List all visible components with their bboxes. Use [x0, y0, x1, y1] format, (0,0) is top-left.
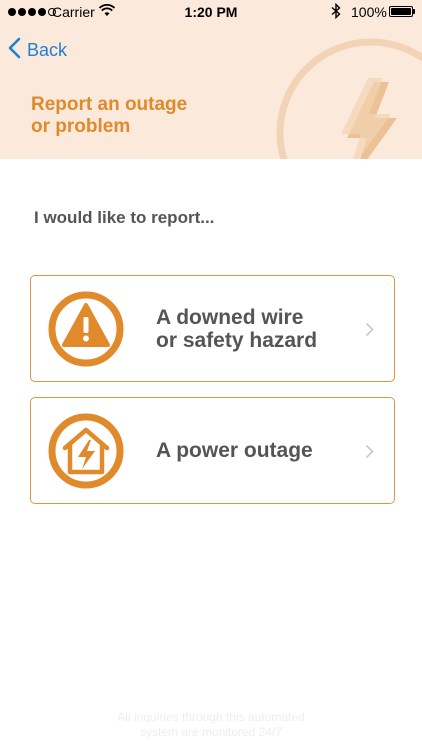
power-outage-label: A power outage	[156, 439, 313, 462]
house-bolt-icon	[46, 411, 126, 496]
chevron-right-icon	[365, 322, 374, 342]
warning-icon	[46, 289, 126, 374]
battery-percent: 100%	[351, 4, 387, 20]
back-button[interactable]: Back	[8, 37, 67, 63]
downed-wire-label: A downed wire or safety hazard	[156, 276, 317, 381]
power-outage-option[interactable]: A power outage	[30, 397, 395, 504]
bluetooth-icon	[331, 2, 341, 22]
lightning-emblem-icon	[276, 38, 422, 159]
downed-wire-label-line2: or safety hazard	[156, 328, 318, 352]
battery-tip	[413, 9, 415, 14]
page-title-line2: or problem	[31, 116, 131, 137]
footer-note: All inquiries through this automated sys…	[0, 710, 422, 740]
header-area: Carrier 1:20 PM 100% Back Report an outa…	[0, 0, 422, 159]
downed-wire-label-line1: A downed wire	[156, 305, 304, 329]
battery-icon	[389, 6, 413, 17]
page-title-line1: Report an outage	[31, 94, 188, 115]
footer-line2: system are monitored 24/7	[139, 725, 283, 739]
chevron-left-icon	[8, 37, 21, 64]
footer-line1: All inquiries through this automated	[117, 710, 305, 724]
report-prompt: I would like to report...	[34, 208, 215, 227]
downed-wire-option[interactable]: A downed wire or safety hazard	[30, 275, 395, 382]
status-bar: Carrier 1:20 PM 100%	[0, 0, 422, 26]
back-label: Back	[27, 39, 68, 60]
page-title: Report an outage or problem	[31, 94, 231, 138]
chevron-right-icon	[365, 444, 374, 464]
